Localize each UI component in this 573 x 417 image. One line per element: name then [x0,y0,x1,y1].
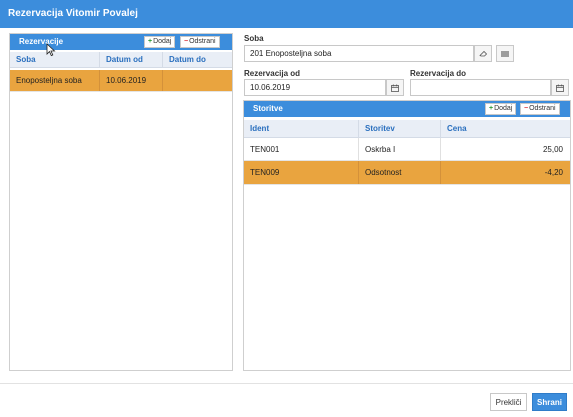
rezervacija-do-calendar-button[interactable] [551,79,569,96]
cell-ident: TEN001 [244,138,359,160]
reservations-panel-title: Rezervacije [19,37,64,46]
services-panel-title: Storitve [253,104,283,113]
remove-reservation-button[interactable]: −Odstrani [180,36,220,48]
minus-icon: − [184,38,189,45]
column-cena[interactable]: Cena [441,120,570,137]
cell-ident: TEN009 [244,161,359,184]
cell-datum-od: 10.06.2019 [100,70,163,91]
rezervacija-od-calendar-button[interactable] [386,79,404,96]
table-row[interactable]: TEN009 Odsotnost -4,20 [244,161,570,185]
remove-reservation-label: Odstrani [189,38,216,45]
cell-storitev: Oskrba I [359,138,441,160]
table-row[interactable]: Enoposteljna soba 10.06.2019 [10,70,232,92]
add-service-button[interactable]: +Dodaj [485,103,517,115]
rezervacija-od-field[interactable]: 10.06.2019 [244,79,386,96]
cell-cena: -4,20 [544,168,563,177]
column-storitev[interactable]: Storitev [359,120,441,137]
footer-divider [0,383,573,384]
list-icon [501,51,509,56]
dialog-title-bar: Rezervacija Vitomir Povalej [0,0,573,28]
table-row[interactable]: TEN001 Oskrba I 25,00 [244,138,570,161]
cell-soba: Enoposteljna soba [10,70,100,91]
services-panel: Storitve +Dodaj −Odstrani Ident Storitev… [243,100,571,371]
rezervacija-do-field[interactable] [410,79,551,96]
remove-service-label: Odstrani [529,105,556,112]
add-service-label: Dodaj [494,105,513,112]
soba-label: Soba [244,34,264,43]
mouse-pointer-icon [46,43,56,57]
rezervacija-do-label: Rezervacija do [410,69,467,78]
eraser-icon [478,50,487,57]
services-grid-header: Ident Storitev Cena [244,120,570,138]
reservations-panel: Rezervacije +Dodaj −Odstrani Soba Datum … [9,33,233,371]
services-panel-header: Storitve +Dodaj −Odstrani [244,101,570,117]
cell-datum-do [163,70,232,91]
reservations-grid-header: Soba Datum od Datum do [10,52,232,68]
cancel-button[interactable]: Prekliči [490,393,527,411]
calendar-icon [556,84,564,92]
clear-soba-button[interactable] [474,45,492,62]
plus-icon: + [148,38,153,45]
soba-field[interactable]: 201 Enoposteljna soba [244,45,474,62]
cell-cena: 25,00 [542,144,563,154]
cell-storitev: Odsotnost [359,161,441,184]
column-datum-od[interactable]: Datum od [100,52,163,67]
calendar-icon [391,84,399,92]
add-reservation-label: Dodaj [153,38,172,45]
dialog-title: Rezervacija Vitomir Povalej [8,8,138,19]
column-ident[interactable]: Ident [244,120,359,137]
column-datum-do[interactable]: Datum do [163,52,232,67]
minus-icon: − [524,105,529,112]
save-button[interactable]: Shrani [532,393,567,411]
select-soba-button[interactable] [496,45,514,62]
reservations-panel-header: Rezervacije +Dodaj −Odstrani [10,34,232,50]
plus-icon: + [489,105,494,112]
rezervacija-od-label: Rezervacija od [244,69,301,78]
add-reservation-button[interactable]: +Dodaj [144,36,176,48]
remove-service-button[interactable]: −Odstrani [520,103,560,115]
